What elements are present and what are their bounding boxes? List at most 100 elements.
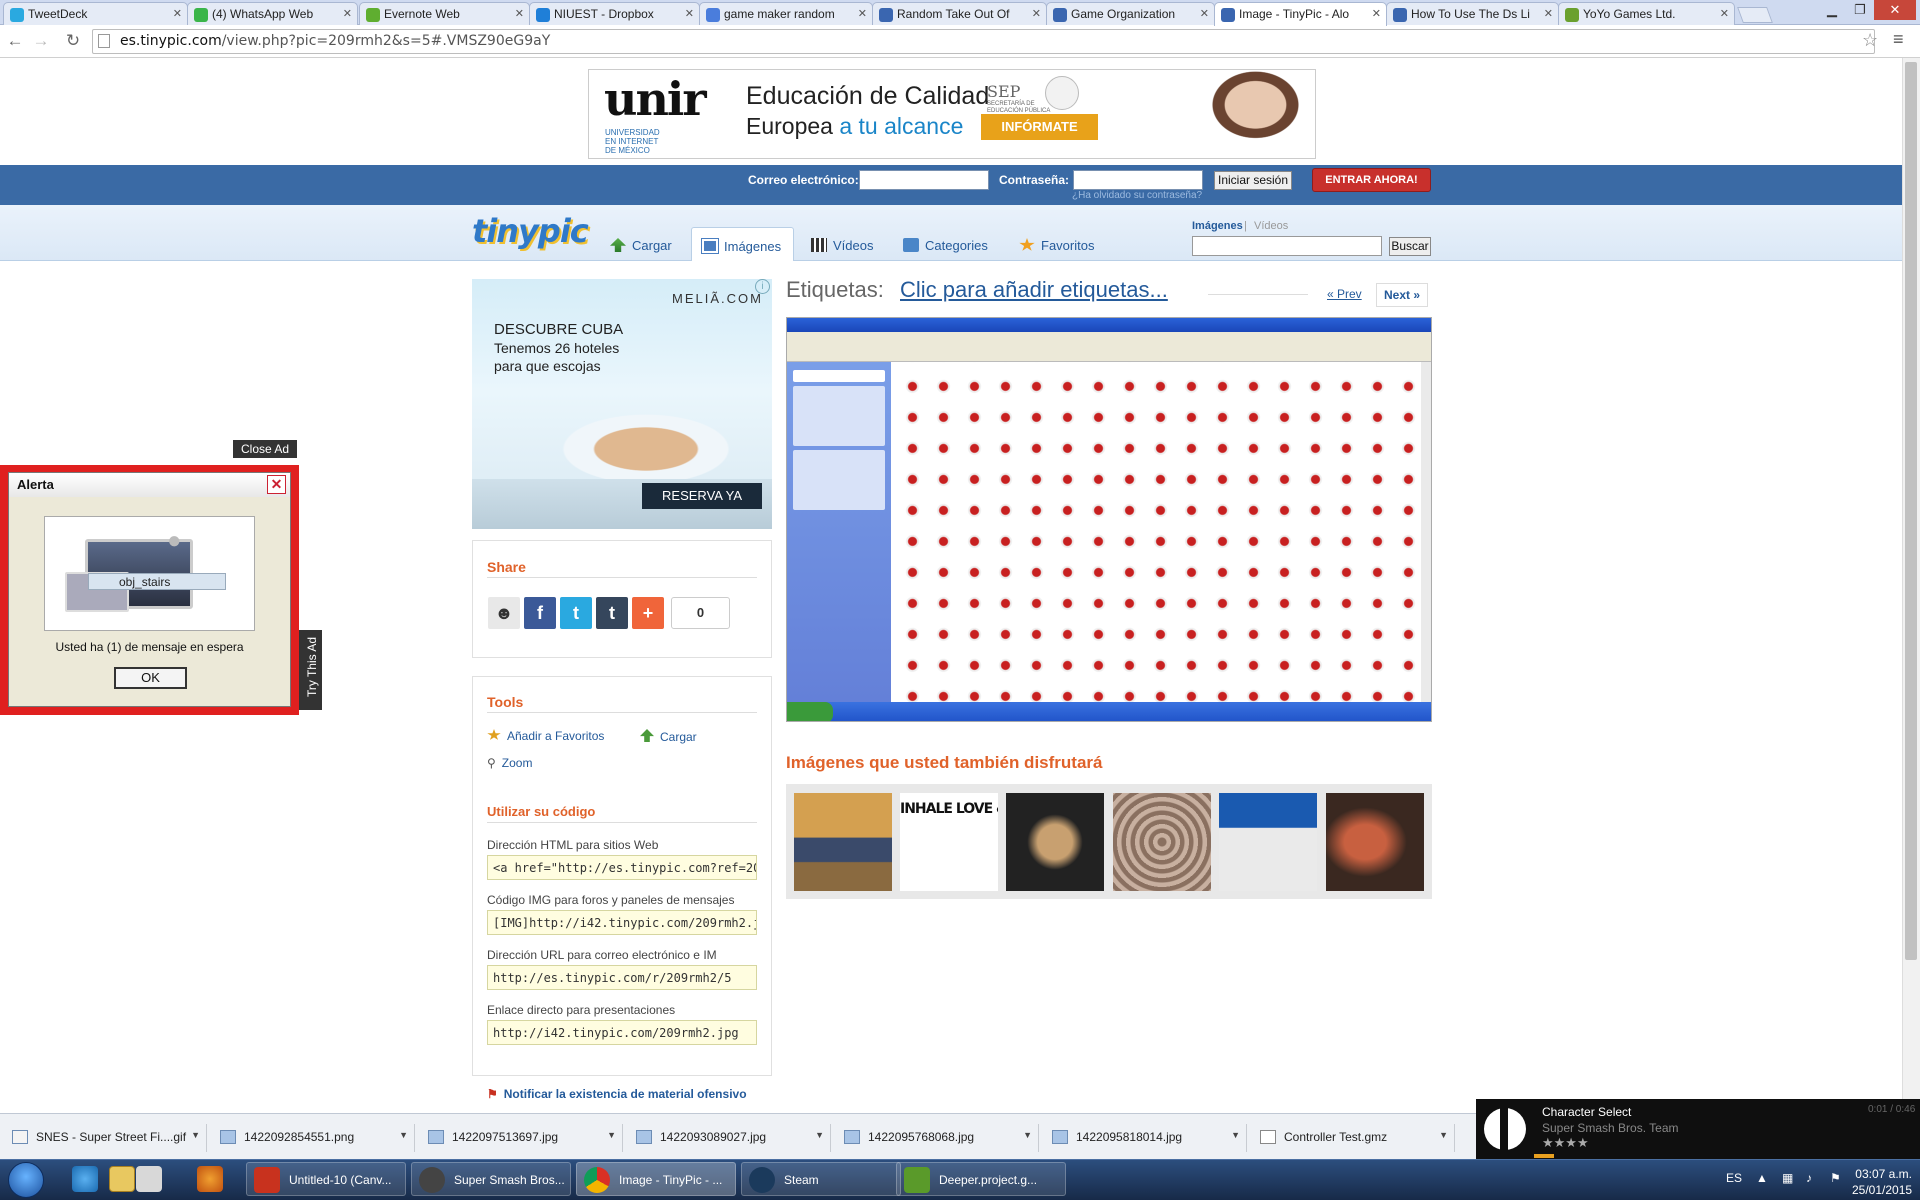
add-favorites-link[interactable]: Añadir a Favoritos [487,729,604,743]
browser-tab[interactable]: Game Organization ✕ [1046,2,1215,26]
login-button[interactable]: Iniciar sesión [1214,171,1292,190]
language-indicator[interactable]: ES [1726,1171,1742,1185]
chevron-down-icon[interactable]: ▼ [1023,1130,1032,1140]
close-tab-icon[interactable]: ✕ [685,7,694,20]
taskbar-item[interactable]: Untitled-10 (Canv... [246,1162,406,1196]
download-item[interactable]: 1422093089027.jpg ▼ [624,1124,831,1152]
nav-favorites[interactable]: Favoritos [1019,227,1102,261]
taskbar-item[interactable]: Steam [741,1162,901,1196]
next-button[interactable]: Next » [1376,283,1428,307]
search-tab-images[interactable]: Imágenes [1192,220,1243,232]
chevron-down-icon[interactable]: ▼ [1439,1130,1448,1140]
related-thumb-car[interactable] [794,793,892,891]
related-thumb-pattern[interactable] [1113,793,1211,891]
close-tab-icon[interactable]: ✕ [858,7,867,20]
volume-icon[interactable]: ♪ [1806,1171,1812,1185]
chevron-down-icon[interactable]: ▼ [191,1130,200,1140]
twitter-icon[interactable]: t [560,597,592,629]
scrollbar-thumb[interactable] [1905,62,1917,960]
nav-videos[interactable]: Vídeos [811,227,881,261]
menu-icon[interactable]: ≡ [1893,29,1904,50]
close-tab-icon[interactable]: ✕ [1032,7,1041,20]
bookmark-star-icon[interactable]: ☆ [1862,30,1878,51]
action-center-icon[interactable]: ⚑ [1830,1171,1841,1185]
close-window-button[interactable]: ✕ [1874,0,1916,20]
ad-cta-button[interactable]: INFÓRMATE [981,114,1098,140]
calculator-icon[interactable] [136,1166,162,1192]
main-image[interactable] [786,317,1432,722]
chevron-down-icon[interactable]: ▼ [607,1130,616,1140]
media-player-icon[interactable] [197,1166,223,1192]
browser-tab[interactable]: game maker random ✕ [699,2,873,26]
related-thumb-software[interactable] [1219,793,1317,891]
browser-tab[interactable]: Evernote Web ✕ [359,2,530,26]
add-share-icon[interactable]: + [632,597,664,629]
network-icon[interactable]: ▦ [1782,1171,1793,1185]
chevron-down-icon[interactable]: ▼ [815,1130,824,1140]
tab-active[interactable]: Image - TinyPic - Alo ✕ [1214,2,1387,26]
html-code-field[interactable]: <a href="http://es.tinypic.com?ref=209rn [487,855,757,880]
password-field[interactable] [1073,170,1203,190]
top-ad-banner[interactable]: unir UNIVERSIDAD EN INTERNET DE MÉXICO E… [588,69,1316,159]
side-ad[interactable]: MELIÃ.COM i DESCUBRE CUBA Tenemos 26 hot… [472,279,772,529]
direct-link-field[interactable]: http://i42.tinypic.com/209rmh2.jpg [487,1020,757,1045]
download-item[interactable]: 1422092854551.png ▼ [208,1124,415,1152]
report-link[interactable]: ⚑ Notificar la existencia de material ofe… [487,1087,747,1101]
address-bar[interactable]: es.tinypic.com/view.php?pic=209rmh2&s=5#… [92,29,1875,54]
search-input[interactable] [1192,236,1382,256]
zoom-link[interactable]: ⚲ Zoom [487,756,532,770]
chevron-down-icon[interactable]: ▼ [399,1130,408,1140]
taskbar-item[interactable]: Deeper.project.g... [896,1162,1066,1196]
add-tags-link[interactable]: Clic para añadir etiquetas... [900,277,1168,303]
search-tab-videos[interactable]: Vídeos [1254,220,1288,232]
close-tab-icon[interactable]: ✕ [1200,7,1209,20]
download-item[interactable]: 1422097513697.jpg ▼ [416,1124,623,1152]
tumblr-icon[interactable]: t [596,597,628,629]
download-item[interactable]: SNES - Super Street Fi....gif ▼ [0,1124,207,1152]
ie-icon[interactable] [72,1166,98,1192]
browser-tab[interactable]: (4) WhatsApp Web ✕ [187,2,358,26]
clock[interactable]: 03:07 a.m. 25/01/2015 [1852,1166,1912,1198]
browser-tab[interactable]: Random Take Out Of ✕ [872,2,1047,26]
minimize-button[interactable]: ▁ [1818,0,1846,20]
maximize-button[interactable]: ❐ [1846,0,1874,20]
start-button[interactable] [8,1162,44,1198]
search-button[interactable]: Buscar [1389,237,1431,256]
download-item[interactable]: Controller Test.gmz ▼ [1248,1124,1455,1152]
alert-close-icon[interactable]: ✕ [267,475,286,494]
close-tab-icon[interactable]: ✕ [173,7,182,20]
browser-tab[interactable]: TweetDeck ✕ [3,2,188,26]
signup-button[interactable]: ENTRAR AHORA! [1312,168,1431,192]
close-ad-button[interactable]: Close Ad [233,440,297,458]
url-code-field[interactable]: http://es.tinypic.com/r/209rmh2/5 [487,965,757,990]
prev-link[interactable]: « Prev [1327,287,1362,301]
reload-icon[interactable]: ↻ [62,30,84,52]
browser-tab[interactable]: NIUEST - Dropbox ✕ [529,2,700,26]
related-thumb-wrestling[interactable] [1326,793,1424,891]
chevron-down-icon[interactable]: ▼ [1231,1130,1240,1140]
facebook-icon[interactable]: f [524,597,556,629]
img-code-field[interactable]: [IMG]http://i42.tinypic.com/209rmh2.jpg[… [487,910,757,935]
close-tab-icon[interactable]: ✕ [343,7,352,20]
back-icon[interactable]: ← [4,30,26,52]
close-tab-icon[interactable]: ✕ [1720,7,1729,20]
taskbar-item-active[interactable]: Image - TinyPic - ... [576,1162,736,1196]
forgot-password-link[interactable]: ¿Ha olvidado su contraseña? [1072,190,1202,201]
nav-categories[interactable]: Categories [903,227,996,261]
show-hidden-icons[interactable]: ▲ [1756,1171,1768,1185]
nav-images[interactable]: Imágenes [691,227,794,261]
close-tab-icon[interactable]: ✕ [515,7,524,20]
related-thumb-dancer[interactable] [1006,793,1104,891]
browser-tab[interactable]: How To Use The Ds Li ✕ [1386,2,1559,26]
reddit-icon[interactable]: ☻ [488,597,520,629]
close-tab-icon[interactable]: ✕ [1544,7,1553,20]
try-ad-tab[interactable]: Try This Ad [298,630,322,710]
upload-link[interactable]: Cargar [640,729,697,744]
explorer-icon[interactable] [109,1166,135,1192]
browser-tab[interactable]: YoYo Games Ltd. ✕ [1558,2,1735,26]
side-ad-cta[interactable]: RESERVA YA [642,483,762,509]
adchoices-icon[interactable]: i [755,279,770,294]
taskbar-item[interactable]: Super Smash Bros... [411,1162,571,1196]
forward-icon[interactable]: → [30,30,52,52]
download-item[interactable]: 1422095768068.jpg ▼ [832,1124,1039,1152]
